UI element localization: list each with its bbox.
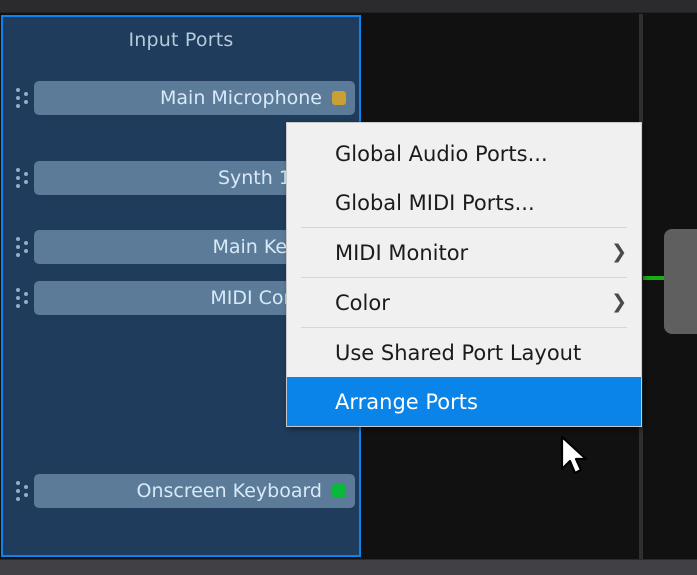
drag-handle-icon[interactable] xyxy=(12,285,34,311)
drag-handle-icon[interactable] xyxy=(12,165,34,191)
drag-handle-icon[interactable] xyxy=(12,85,34,111)
drag-handle-icon[interactable] xyxy=(12,478,34,504)
port-label: Main Microphone xyxy=(160,87,322,109)
context-menu[interactable]: Global Audio Ports... Global MIDI Ports..… xyxy=(286,122,642,427)
chevron-right-icon: ❯ xyxy=(611,241,627,263)
menu-item-label: Use Shared Port Layout xyxy=(335,340,582,365)
menu-item-midi-monitor[interactable]: MIDI Monitor ❯ xyxy=(287,228,641,277)
window-status-bar xyxy=(0,559,697,575)
menu-item-label: MIDI Monitor xyxy=(335,240,469,265)
menu-item-label: Color xyxy=(335,290,390,315)
menu-item-global-midi-ports[interactable]: Global MIDI Ports... xyxy=(287,178,641,227)
drag-handle-icon[interactable] xyxy=(12,234,34,260)
port-color-swatch[interactable] xyxy=(332,484,346,498)
window-title-bar xyxy=(0,0,697,13)
port-label: Onscreen Keyboard xyxy=(136,480,322,502)
menu-item-arrange-ports[interactable]: Arrange Ports xyxy=(287,377,641,426)
port-color-swatch[interactable] xyxy=(332,91,346,105)
menu-item-label: Global MIDI Ports... xyxy=(335,190,535,215)
mouse-cursor-arrow-icon xyxy=(560,435,588,475)
port-row[interactable]: Main Microphone xyxy=(11,81,355,115)
chevron-right-icon: ❯ xyxy=(611,291,627,313)
output-node-block[interactable] xyxy=(664,229,697,334)
menu-item-color[interactable]: Color ❯ xyxy=(287,278,641,327)
menu-item-label: Arrange Ports xyxy=(335,389,478,414)
port-pill[interactable]: Onscreen Keyboard xyxy=(34,474,355,508)
port-pill[interactable]: Main Microphone xyxy=(34,81,355,115)
menu-item-use-shared-port-layout[interactable]: Use Shared Port Layout xyxy=(287,328,641,377)
input-ports-title: Input Ports xyxy=(128,29,234,51)
patchbay-canvas[interactable]: Input Ports Main Microphone Synth 1 Au M… xyxy=(0,14,697,559)
application-root: Input Ports Main Microphone Synth 1 Au M… xyxy=(0,0,697,575)
menu-item-label: Global Audio Ports... xyxy=(335,141,548,166)
port-row[interactable]: Onscreen Keyboard xyxy=(11,474,355,508)
menu-item-global-audio-ports[interactable]: Global Audio Ports... xyxy=(287,129,641,178)
